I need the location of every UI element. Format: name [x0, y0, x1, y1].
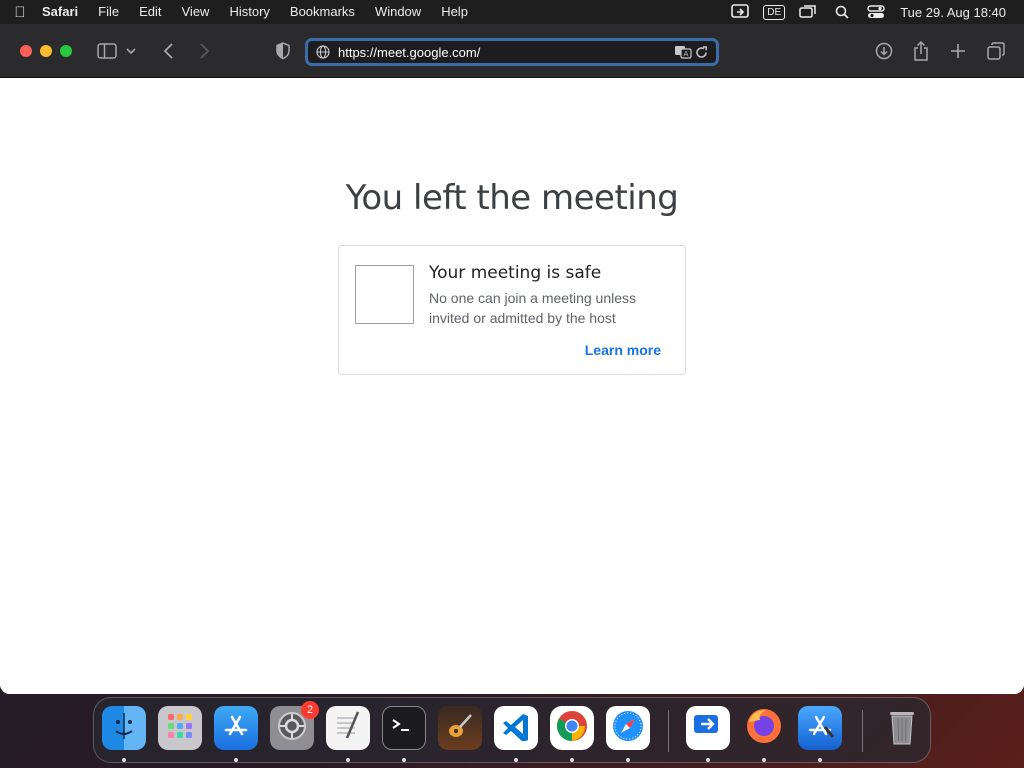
menu-file[interactable]: File: [88, 0, 129, 24]
dock-running-indicator: [402, 758, 406, 762]
dock-running-indicator: [626, 758, 630, 762]
translate-icon[interactable]: A: [674, 43, 692, 61]
app-store-icon: [221, 711, 251, 746]
dock: 2: [93, 697, 931, 763]
card-title: Your meeting is safe: [429, 263, 602, 283]
dock-finder[interactable]: [102, 706, 146, 750]
dock-textedit[interactable]: [326, 706, 370, 750]
address-bar[interactable]: A: [305, 38, 719, 66]
dock-running-indicator: [762, 758, 766, 762]
dock-trash[interactable]: [880, 706, 924, 750]
apple-menu-icon[interactable]: : [0, 4, 40, 21]
downloads-icon[interactable]: [872, 39, 896, 63]
trash-icon: [886, 706, 918, 751]
dock-running-indicator: [234, 758, 238, 762]
maximize-window-button[interactable]: [60, 45, 72, 57]
dock-firefox[interactable]: [742, 706, 786, 750]
dock-launchpad[interactable]: [158, 706, 202, 750]
dock-vscode[interactable]: [494, 706, 538, 750]
tab-overview-icon[interactable]: [984, 39, 1008, 63]
page-title: You left the meeting: [345, 178, 679, 218]
chrome-icon: [555, 709, 589, 748]
dock-separator: [668, 710, 669, 752]
globe-icon: [314, 43, 332, 61]
menu-bar:  Safari File Edit View History Bookmark…: [0, 0, 1024, 24]
menu-app-name[interactable]: Safari: [40, 0, 88, 24]
svg-text:A: A: [684, 50, 689, 58]
privacy-shield-icon[interactable]: [271, 39, 295, 63]
vscode-icon: [501, 711, 531, 746]
spotlight-search-icon[interactable]: [832, 3, 852, 21]
menu-history[interactable]: History: [219, 0, 279, 24]
firefox-icon: [745, 707, 783, 750]
share-icon[interactable]: [909, 39, 933, 63]
dock-system-settings[interactable]: 2: [270, 701, 319, 750]
dock-running-indicator: [818, 758, 822, 762]
shield-illustration-image: [355, 265, 414, 324]
screen-mirroring-icon[interactable]: [798, 3, 818, 21]
web-page: You left the meeting Your meeting is saf…: [0, 78, 1024, 694]
textedit-icon: [333, 710, 363, 747]
dock-separator: [862, 710, 863, 752]
dock-running-indicator: [122, 758, 126, 762]
new-tab-icon[interactable]: [946, 39, 970, 63]
browser-toolbar: A: [0, 24, 1024, 78]
dock-safari[interactable]: [606, 706, 650, 750]
dock-terminal[interactable]: [382, 706, 426, 750]
safari-icon: [611, 709, 645, 748]
safari-window: A You left the meeting Your meeting is s…: [0, 24, 1024, 694]
card-description: No one can join a meeting unless invited…: [429, 290, 637, 326]
dock-screen-sharing[interactable]: [686, 706, 730, 750]
sidebar-toggle-button[interactable]: [95, 39, 119, 63]
guitar-icon: [445, 711, 475, 746]
dock-running-indicator: [514, 758, 518, 762]
dock-app-store[interactable]: [214, 706, 258, 750]
back-button[interactable]: [157, 39, 181, 63]
reload-icon[interactable]: [692, 43, 710, 61]
status-area: DE Tue 29. Aug 18:40: [730, 0, 1024, 24]
control-center-icon[interactable]: [866, 3, 886, 21]
menu-window[interactable]: Window: [365, 0, 431, 24]
dock-chrome[interactable]: [550, 706, 594, 750]
menu-edit[interactable]: Edit: [129, 0, 171, 24]
menu-clock[interactable]: Tue 29. Aug 18:40: [900, 5, 1006, 20]
dock-xcode[interactable]: [798, 706, 842, 750]
menu-view[interactable]: View: [172, 0, 220, 24]
screen-sharing-status-icon[interactable]: [730, 3, 750, 21]
dock-running-indicator: [346, 758, 350, 762]
input-source-indicator[interactable]: DE: [763, 3, 786, 21]
menu-bookmarks[interactable]: Bookmarks: [280, 0, 365, 24]
xcode-icon: [805, 711, 835, 746]
learn-more-link[interactable]: Learn more: [585, 342, 661, 358]
launchpad-icon: [165, 711, 195, 746]
close-window-button[interactable]: [20, 45, 32, 57]
dock-running-indicator: [570, 758, 574, 762]
screen-sharing-icon: [692, 711, 724, 746]
menu-help[interactable]: Help: [431, 0, 478, 24]
url-input[interactable]: [338, 44, 674, 60]
finder-icon: [109, 711, 139, 746]
meeting-safety-card: Your meeting is safe No one can join a m…: [338, 245, 686, 375]
dock-running-indicator: [706, 758, 710, 762]
minimize-window-button[interactable]: [40, 45, 52, 57]
dock-garageband[interactable]: [438, 706, 482, 750]
tab-group-chevron-down-icon[interactable]: [123, 39, 139, 63]
forward-button[interactable]: [192, 39, 216, 63]
terminal-icon: [389, 714, 419, 743]
notification-badge: 2: [301, 701, 319, 719]
